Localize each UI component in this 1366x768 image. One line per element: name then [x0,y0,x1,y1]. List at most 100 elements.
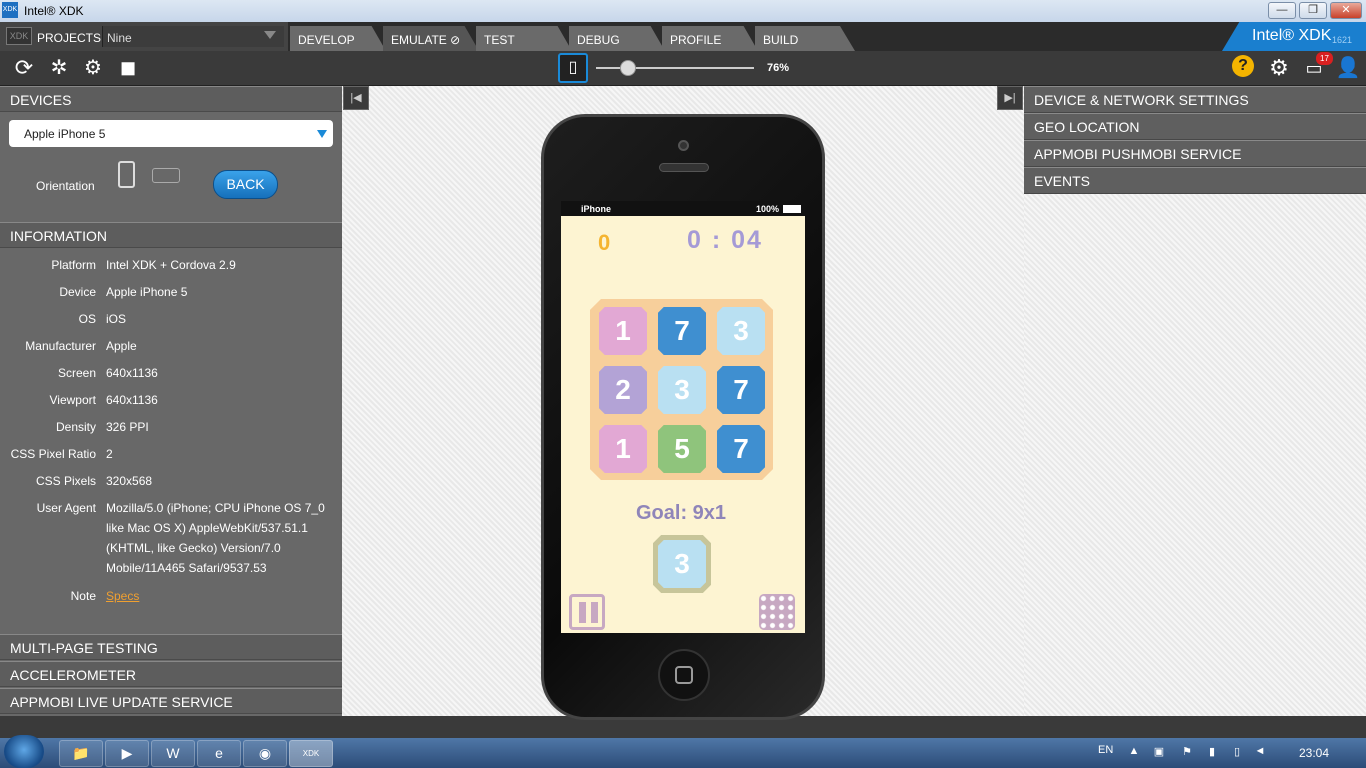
pushmobi-service-header[interactable]: APPMOBI PUSHMOBI SERVICE [1024,140,1366,167]
orientation-label: Orientation [36,179,95,193]
start-button[interactable] [4,735,44,768]
projects-menu[interactable]: XDK PROJECTS Nine [0,22,288,51]
projects-label[interactable]: PROJECTS [37,31,101,45]
explorer-icon: 📁 [72,745,90,761]
info-label: Manufacturer [25,339,96,353]
tab-debug[interactable]: DEBUG [569,26,665,51]
brand-build: 1621 [1332,35,1353,45]
notification-badge: 17 [1316,52,1333,65]
collapse-left-icon[interactable]: |◀ [343,86,369,110]
taskbar-ie[interactable]: e [197,740,241,767]
taskbar-word[interactable]: W [151,740,195,767]
multi-page-testing-header[interactable]: MULTI-PAGE TESTING [0,634,342,660]
game-tile[interactable]: 7 [717,366,765,414]
live-update-header[interactable]: APPMOBI LIVE UPDATE SERVICE [0,688,342,714]
reload-icon[interactable]: ⟳ [10,54,38,82]
brand-name: Intel® XDK [1252,27,1332,44]
debug-icon[interactable]: ✲ [45,54,73,82]
volume-icon[interactable]: ◄ [1253,745,1267,759]
help-icon[interactable]: ? [1232,55,1254,77]
information-header[interactable]: INFORMATION [0,222,342,248]
zoom-level: 76% [767,62,790,74]
game-tile[interactable]: 7 [658,307,706,355]
landscape-icon[interactable] [152,168,180,183]
device-select[interactable]: Apple iPhone 5 [9,120,333,147]
info-label: Density [55,420,96,434]
geo-location-header[interactable]: GEO LOCATION [1024,113,1366,140]
zoom-slider-handle[interactable] [619,60,636,76]
tab-emulate[interactable]: EMULATE ⊘ [383,26,479,51]
taskbar-explorer[interactable]: 📁 [59,740,103,767]
game-tile[interactable]: 1 [599,425,647,473]
game-tile[interactable]: 2 [599,366,647,414]
device-network-settings-header[interactable]: DEVICE & NETWORK SETTINGS [1024,86,1366,113]
stop-icon[interactable]: ◼ [114,54,142,82]
battery-tray-icon[interactable]: ▯ [1230,745,1244,759]
tab-profile[interactable]: PROFILE [662,26,758,51]
dice-icon[interactable] [759,594,795,630]
goal-tile: 3 [653,535,711,593]
taskbar-chrome[interactable]: ◉ [243,740,287,767]
info-label: OS [78,312,96,326]
back-button[interactable]: BACK [213,170,278,199]
note-value: Specs [106,586,331,606]
tab-develop[interactable]: DEVELOP [290,26,386,51]
devices-header[interactable]: DEVICES [0,86,342,112]
pause-bar [591,602,598,623]
settings-icon[interactable]: ⚙ [1265,54,1293,82]
external-icon[interactable]: ⊘ [450,33,460,47]
tray-expand-icon[interactable]: ▲ [1127,745,1141,759]
action-center-icon[interactable]: ⚑ [1180,745,1194,759]
project-select[interactable]: Nine [102,26,284,47]
home-icon [675,666,693,684]
info-value: 640x1136 [106,366,158,380]
info-value: 326 PPI [106,420,149,434]
info-value: 320x568 [106,474,153,488]
game-tile[interactable]: 7 [717,425,765,473]
game-timer: 0 : 04 [687,226,763,254]
network-icon[interactable]: ▮ [1205,745,1219,759]
user-icon[interactable]: 👤 [1334,54,1362,82]
tray-app-icon[interactable]: ▣ [1152,745,1166,759]
goal-tile-value: 3 [658,540,706,588]
chevron-down-icon[interactable] [264,31,276,39]
info-value: Apple [106,339,137,353]
game-tile[interactable]: 5 [658,425,706,473]
chrome-icon: ◉ [258,745,272,761]
info-value: iOS [106,312,127,326]
clock[interactable]: 23:04 [1299,746,1329,760]
collapse-right-icon[interactable]: ▶| [997,86,1023,110]
phone-status-bar: iPhone 100% [561,201,805,216]
tab-test[interactable]: TEST [476,26,572,51]
camera-icon [678,140,689,151]
home-button[interactable] [658,649,710,701]
emulator-canvas-right [1024,194,1366,716]
device-frame-icon[interactable]: ▯ [558,53,588,83]
tab-build[interactable]: BUILD [755,26,855,51]
restore-button[interactable]: ❐ [1299,2,1327,19]
xdk-logo-icon: XDK [2,2,18,18]
pause-icon[interactable] [569,594,605,630]
close-button[interactable]: ✕ [1330,2,1362,19]
specs-link[interactable]: Specs [106,589,139,603]
carrier: iPhone [581,204,612,214]
taskbar-xdk[interactable]: XDK [289,740,333,767]
battery-level: 100% [755,204,779,214]
info-label: User Agent [36,501,96,515]
game-tile[interactable]: 3 [717,307,765,355]
game-tile[interactable]: 3 [658,366,706,414]
minimize-button[interactable]: — [1268,2,1296,19]
info-value: Apple iPhone 5 [106,285,188,299]
taskbar-media-player[interactable]: ▶ [105,740,149,767]
accelerometer-header[interactable]: ACCELEROMETER [0,661,342,687]
info-label: CSS Pixel Ratio [10,447,96,461]
events-header[interactable]: EVENTS [1024,167,1366,194]
window-title: Intel® XDK [24,4,84,18]
tab-emulate-label: EMULATE [391,33,447,47]
language-indicator[interactable]: EN [1098,744,1113,756]
portrait-icon[interactable] [118,161,135,188]
chevron-down-icon[interactable] [317,130,327,138]
info-label: Screen [57,366,96,380]
game-tile[interactable]: 1 [599,307,647,355]
debug-alt-icon[interactable]: ⚙ [79,54,107,82]
